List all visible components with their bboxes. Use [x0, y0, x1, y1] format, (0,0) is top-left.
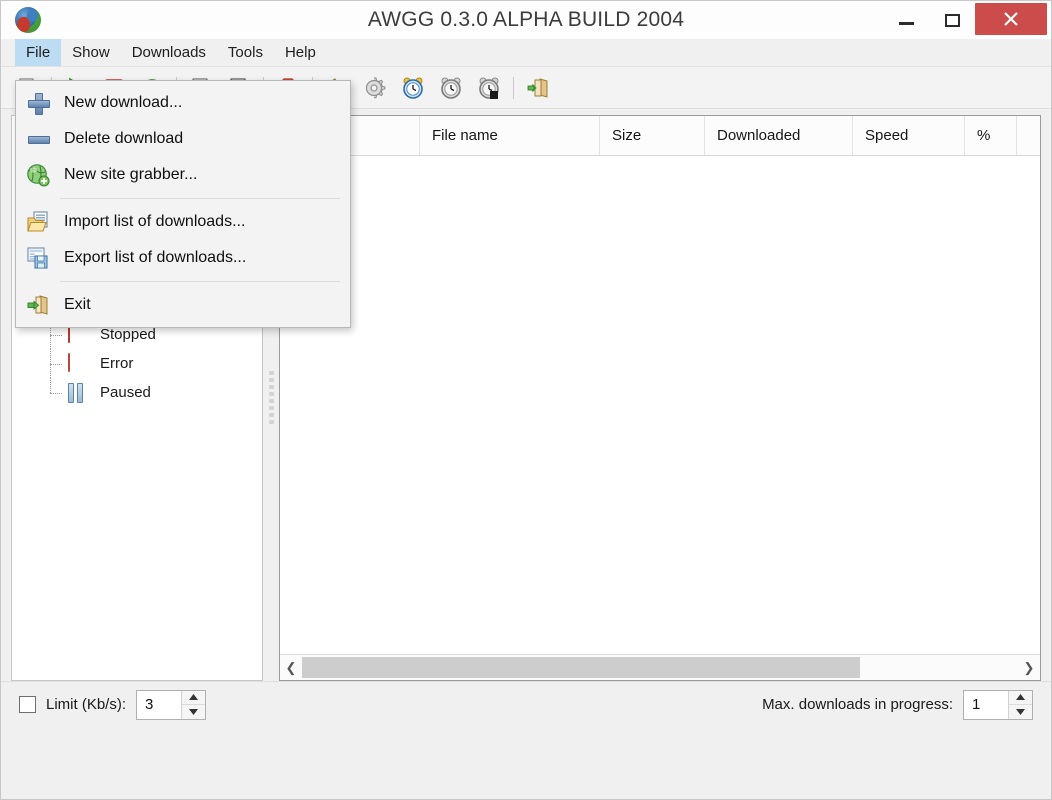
limit-value[interactable]: 3 [137, 690, 182, 719]
downloads-panel: File name Size Downloaded Speed % ❮ ❯ [279, 115, 1041, 681]
menu-item-new-site-grabber-label: New site grabber... [64, 166, 198, 183]
toolbar-alarm-off[interactable] [433, 71, 469, 105]
col-header-downloaded[interactable]: Downloaded [705, 116, 853, 155]
menu-help[interactable]: Help [274, 39, 327, 66]
spin-up-icon[interactable] [182, 690, 206, 705]
minimize-icon [898, 21, 914, 25]
tree-item-stopped-label: Stopped [100, 326, 156, 343]
menu-item-new-site-grabber[interactable]: New site grabber... [16, 157, 350, 193]
menu-tools[interactable]: Tools [217, 39, 274, 66]
menu-item-delete-download[interactable]: Delete download [16, 121, 350, 157]
max-downloads-spinner-buttons [1008, 690, 1032, 719]
menu-item-delete-download-label: Delete download [64, 130, 184, 147]
exit-icon [527, 77, 548, 98]
export-floppy-icon [16, 246, 60, 270]
menu-item-new-download-label: New download... [64, 94, 183, 111]
scrollbar-thumb[interactable] [302, 657, 861, 678]
menu-downloads-label: Downloads [131, 44, 206, 61]
downloads-table-body[interactable] [280, 156, 1040, 654]
menu-item-exit-label: Exit [64, 296, 91, 313]
col-header-size[interactable]: Size [600, 116, 705, 155]
col-header-speed[interactable]: Speed [853, 116, 965, 155]
scheduler-clock-icon [403, 77, 423, 99]
tree-item-error[interactable]: Error [26, 349, 262, 378]
downloads-table-header: File name Size Downloaded Speed % [280, 116, 1040, 156]
awgg-globe-icon [15, 7, 41, 33]
menu-item-import-list[interactable]: Import list of downloads... [16, 204, 350, 240]
menu-separator [60, 281, 340, 282]
menu-show-label: Show [72, 44, 110, 61]
menu-item-new-download[interactable]: New download... [16, 85, 350, 121]
file-menu-dropdown: New download... Delete download New site… [15, 80, 351, 328]
close-icon [1004, 12, 1018, 26]
spin-down-icon[interactable] [182, 705, 206, 719]
splitter-grip [268, 369, 274, 427]
toolbar-settings[interactable] [357, 71, 393, 105]
maximize-button[interactable] [929, 1, 975, 39]
limit-label: Limit (Kb/s): [46, 696, 127, 713]
spin-up-icon[interactable] [1009, 690, 1032, 705]
limit-checkbox[interactable] [19, 696, 36, 713]
menu-bar: File Show Downloads Tools Help [1, 39, 1051, 67]
menu-item-import-list-label: Import list of downloads... [64, 213, 246, 230]
app-window: AWGG 0.3.0 ALPHA BUILD 2004 File Show Do… [0, 0, 1052, 800]
window-controls [883, 1, 1051, 39]
chevron-left-icon[interactable]: ❮ [280, 655, 302, 680]
tree-item-paused-label: Paused [100, 384, 151, 401]
toolbar-scheduler[interactable] [395, 71, 431, 105]
scrollbar-track[interactable] [302, 655, 1018, 680]
menu-item-exit[interactable]: Exit [16, 287, 350, 323]
minus-icon [16, 128, 60, 150]
error-square-icon [68, 352, 88, 374]
plus-icon [16, 92, 60, 115]
menu-separator [60, 198, 340, 199]
alarm-off-icon [441, 77, 461, 99]
menu-file[interactable]: File [15, 39, 62, 66]
col-header-file-name[interactable]: File name [420, 116, 600, 155]
col-header-percent[interactable]: % [965, 116, 1017, 155]
toolbar-alarm-shutdown[interactable] [471, 71, 507, 105]
minimize-button[interactable] [883, 1, 929, 39]
menu-item-export-list[interactable]: Export list of downloads... [16, 240, 350, 276]
tree-item-error-label: Error [100, 355, 134, 372]
alarm-shutdown-icon [479, 77, 499, 99]
menu-downloads[interactable]: Downloads [121, 39, 217, 66]
tree-item-paused[interactable]: Paused [26, 378, 262, 407]
chevron-right-icon[interactable]: ❯ [1018, 655, 1040, 680]
spin-down-icon[interactable] [1009, 705, 1032, 719]
limit-spinner[interactable]: 3 [136, 689, 207, 720]
menu-tools-label: Tools [227, 44, 263, 61]
settings-gear-icon [365, 77, 386, 98]
globe-add-icon [16, 163, 60, 187]
toolbar-separator [513, 76, 514, 99]
horizontal-scrollbar[interactable]: ❮ ❯ [280, 654, 1040, 680]
max-downloads-spinner[interactable]: 1 [963, 689, 1033, 720]
exit-door-icon [16, 293, 60, 317]
limit-spinner-buttons [181, 690, 206, 719]
import-folder-icon [16, 210, 60, 234]
max-downloads-label: Max. downloads in progress: [762, 696, 953, 713]
toolbar-exit[interactable] [520, 71, 556, 105]
title-bar: AWGG 0.3.0 ALPHA BUILD 2004 [1, 1, 1051, 39]
menu-help-label: Help [284, 44, 316, 61]
menu-show[interactable]: Show [61, 39, 121, 66]
paused-bars-icon [68, 382, 88, 403]
close-button[interactable] [975, 3, 1047, 35]
menu-item-export-list-label: Export list of downloads... [64, 249, 247, 266]
maximize-icon [944, 13, 960, 27]
menu-file-label: File [26, 44, 51, 61]
status-bar: Limit (Kb/s): 3 Max. downloads in progre… [1, 681, 1051, 727]
max-downloads-value[interactable]: 1 [964, 690, 1008, 719]
